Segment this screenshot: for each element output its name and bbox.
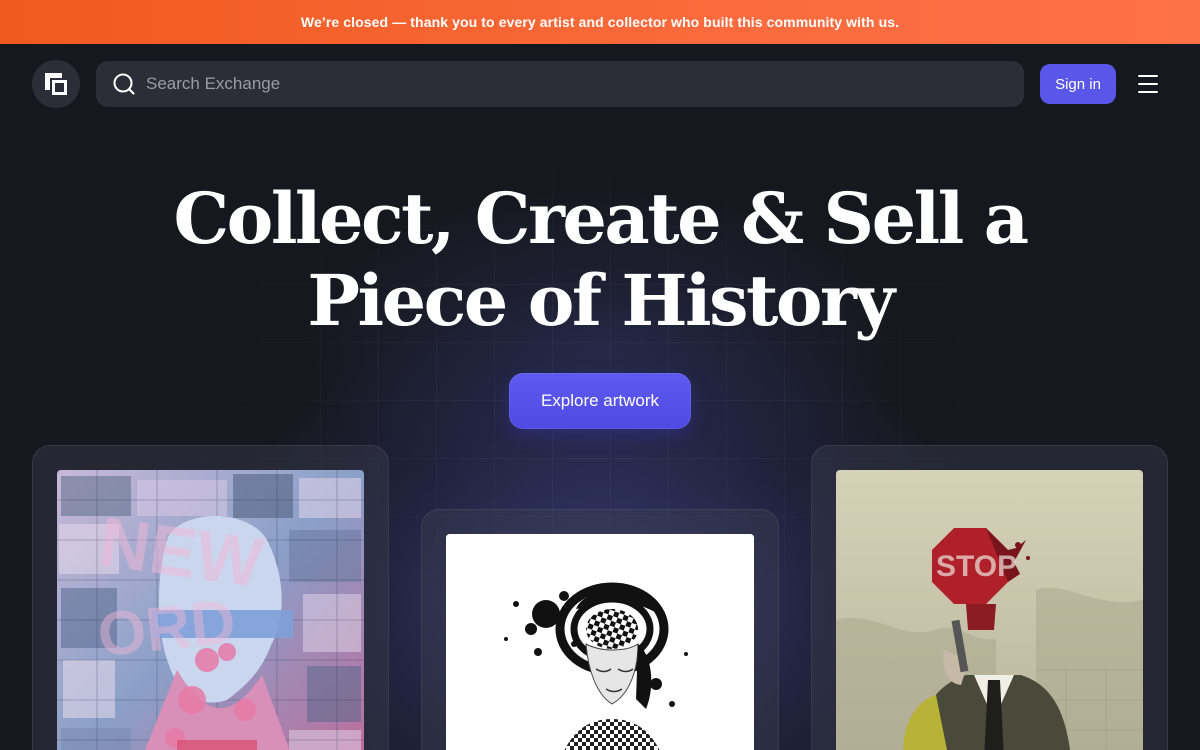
- search-input[interactable]: [146, 74, 1006, 94]
- search-icon: [113, 73, 135, 95]
- search-bar[interactable]: [96, 61, 1024, 107]
- menu-line: [1138, 83, 1158, 85]
- collage-portrait-artwork[interactable]: NEW ORD: [57, 470, 364, 750]
- svg-text:ORD: ORD: [94, 587, 238, 670]
- logo-button[interactable]: [32, 60, 80, 108]
- hero-title-line-2: Piece of History: [307, 259, 895, 342]
- menu-line: [1138, 91, 1158, 93]
- hero-title: Collect, Create & Sell a Piece of Histor…: [100, 178, 1100, 342]
- menu-line: [1138, 75, 1158, 77]
- sign-in-button[interactable]: Sign in: [1040, 64, 1116, 104]
- page: We’re closed — thank you to every artist…: [0, 0, 1200, 750]
- hero-title-line-1: Collect, Create & Sell a: [173, 177, 1029, 260]
- artwork-card-left[interactable]: NEW ORD: [32, 445, 389, 750]
- site-header: Sign in: [0, 60, 1200, 108]
- closure-announcement-banner[interactable]: We’re closed — thank you to every artist…: [0, 0, 1200, 44]
- hamburger-menu-icon[interactable]: [1134, 72, 1162, 96]
- banner-text: We’re closed — thank you to every artist…: [300, 14, 900, 30]
- svg-text:STOP: STOP: [936, 550, 1017, 583]
- exchange-logo-icon: [45, 73, 67, 95]
- stop-sign-head-artwork[interactable]: STOP: [836, 470, 1143, 750]
- explore-artwork-button[interactable]: Explore artwork: [509, 373, 691, 429]
- checkered-hat-portrait-artwork[interactable]: [446, 534, 754, 750]
- artwork-card-middle[interactable]: [421, 509, 779, 750]
- artwork-card-right[interactable]: STOP: [811, 445, 1168, 750]
